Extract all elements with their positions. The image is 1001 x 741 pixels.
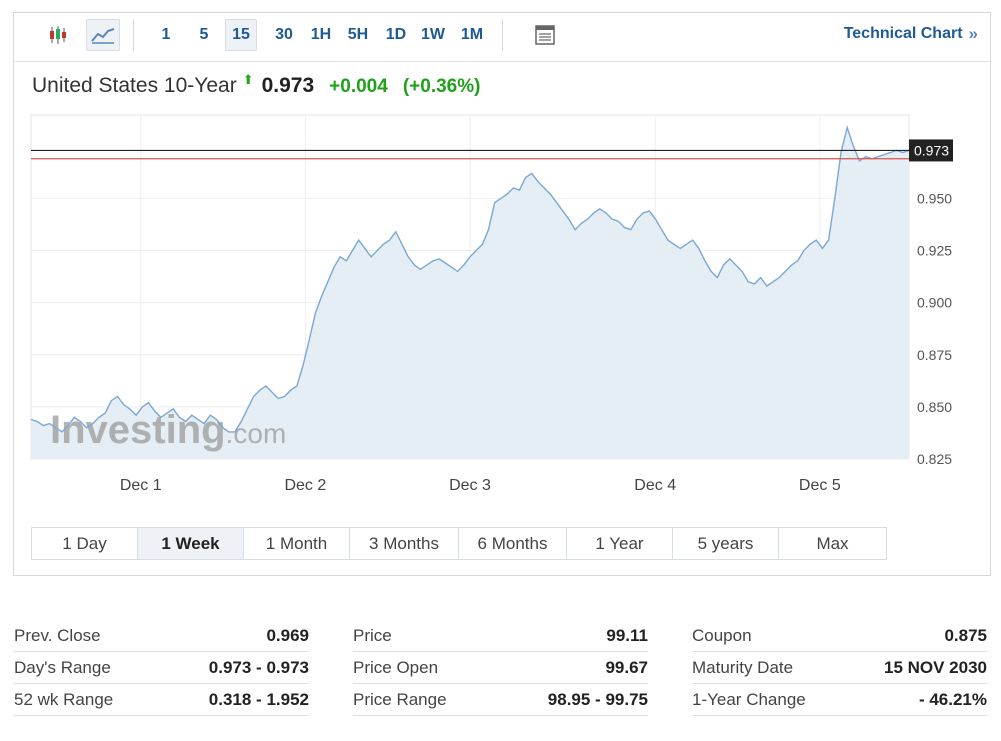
arrow-up-icon: ⬆ <box>242 72 254 87</box>
stat-label: Maturity Date <box>692 657 794 677</box>
interval-button-1[interactable]: 1 <box>153 19 179 51</box>
y-tick-label: 0.850 <box>917 399 952 415</box>
stat-row: Day's Range 0.973 - 0.973 <box>14 652 309 684</box>
range-1-month[interactable]: 1 Month <box>244 528 350 559</box>
stat-label: Prev. Close <box>14 625 101 645</box>
table-view-icon[interactable] <box>530 19 560 51</box>
x-tick-label: Dec 2 <box>284 477 326 494</box>
range-6-months[interactable]: 6 Months <box>459 528 567 559</box>
stat-value: 0.875 <box>944 625 987 645</box>
stat-value: 99.67 <box>605 657 648 677</box>
technical-chart-link[interactable]: Technical Chart » <box>844 24 978 44</box>
chart-widget: 1 5 15 30 1H 5H 1D 1W 1M Technical Chart » Unite… <box>13 12 991 576</box>
x-tick-label: Dec 1 <box>120 477 162 494</box>
stat-label: Price Open <box>353 657 439 677</box>
toolbar-separator <box>502 19 503 51</box>
last-price: 0.973 <box>261 74 315 97</box>
price-chart[interactable]: Investing.com0.8250.8500.8750.9000.9250.… <box>14 109 990 509</box>
stat-row: Maturity Date 15 NOV 2030 <box>692 652 987 684</box>
range-1-year[interactable]: 1 Year <box>567 528 673 559</box>
stats-column-1: Prev. Close 0.969 Day's Range 0.973 - 0.973… <box>14 620 309 716</box>
stat-label: 1-Year Change <box>692 689 806 709</box>
interval-button-1m[interactable]: 1M <box>456 19 488 51</box>
x-tick-label: Dec 4 <box>634 477 676 494</box>
stat-value: 0.318 - 1.952 <box>208 689 309 709</box>
price-change-percent: (+0.36%) <box>402 76 481 97</box>
interval-button-1d[interactable]: 1D <box>380 19 412 51</box>
stat-row: Price 99.11 <box>353 620 648 652</box>
stat-label: Price <box>353 625 392 645</box>
stat-value: 0.969 <box>266 625 309 645</box>
stat-label: Day's Range <box>14 657 111 677</box>
stat-value: 0.973 - 0.973 <box>208 657 309 677</box>
range-max[interactable]: Max <box>779 528 886 559</box>
stat-value: 15 NOV 2030 <box>883 657 987 677</box>
stat-label: Coupon <box>692 625 752 645</box>
interval-button-5h[interactable]: 5H <box>341 19 375 51</box>
stat-value: 98.95 - 99.75 <box>547 689 648 709</box>
range-1-day[interactable]: 1 Day <box>32 528 138 559</box>
quote-header: United States 10-Year ⬆ 0.973 +0.004 (+0… <box>32 72 481 102</box>
stat-value: 99.11 <box>606 625 648 645</box>
price-change: +0.004 <box>329 76 388 97</box>
stat-row: Price Range 98.95 - 99.75 <box>353 684 648 716</box>
y-tick-label: 0.825 <box>917 451 952 467</box>
range-5-years[interactable]: 5 years <box>673 528 779 559</box>
y-tick-label: 0.875 <box>917 347 952 363</box>
interval-button-1w[interactable]: 1W <box>415 19 451 51</box>
chart-toolbar: 1 5 15 30 1H 5H 1D 1W 1M Technical Chart » <box>14 13 990 59</box>
stat-row: Coupon 0.875 <box>692 620 987 652</box>
technical-chart-label: Technical Chart <box>843 25 963 42</box>
interval-button-5[interactable]: 5 <box>191 19 217 51</box>
stat-row: 1-Year Change - 46.21% <box>692 684 987 716</box>
time-range-selector: 1 Day 1 Week 1 Month 3 Months 6 Months 1 Year… <box>31 527 887 560</box>
toolbar-separator <box>133 19 134 51</box>
x-tick-label: Dec 5 <box>799 477 841 494</box>
x-tick-label: Dec 3 <box>449 477 491 494</box>
instrument-name: United States 10-Year <box>32 74 237 97</box>
chevron-right-icon: » <box>968 24 978 43</box>
toolbar-divider <box>14 61 990 62</box>
interval-button-1h[interactable]: 1H <box>304 19 338 51</box>
stat-row: 52 wk Range 0.318 - 1.952 <box>14 684 309 716</box>
stat-label: 52 wk Range <box>14 689 114 709</box>
y-tick-label: 0.950 <box>917 190 952 206</box>
stat-row: Prev. Close 0.969 <box>14 620 309 652</box>
range-1-week[interactable]: 1 Week <box>138 528 244 559</box>
interval-button-15[interactable]: 15 <box>225 19 257 51</box>
y-tick-label: 0.925 <box>917 243 952 259</box>
stat-value: - 46.21% <box>918 689 987 709</box>
stat-row: Price Open 99.67 <box>353 652 648 684</box>
candlestick-icon[interactable] <box>44 19 72 51</box>
area-chart-icon[interactable] <box>86 19 120 51</box>
price-label-text: 0.973 <box>914 142 949 158</box>
stats-column-2: Price 99.11 Price Open 99.67 Price Range 98.9… <box>353 620 648 716</box>
y-tick-label: 0.900 <box>917 295 952 311</box>
interval-button-30[interactable]: 30 <box>267 19 301 51</box>
stat-label: Price Range <box>353 689 447 709</box>
range-3-months[interactable]: 3 Months <box>350 528 459 559</box>
stats-column-3: Coupon 0.875 Maturity Date 15 NOV 2030 1-Yea… <box>692 620 987 716</box>
